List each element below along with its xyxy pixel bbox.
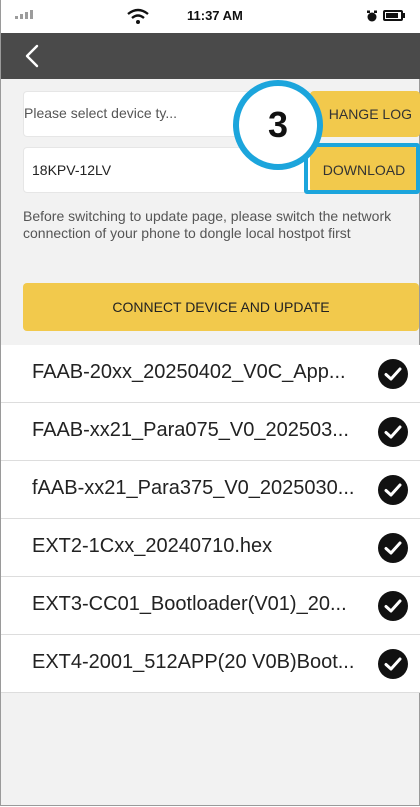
download-button[interactable]: DOWNLOAD (310, 147, 418, 193)
check-circle-icon[interactable] (377, 474, 409, 506)
file-name: FAAB-20xx_20250402_V0C_App... (32, 361, 346, 383)
check-circle-icon[interactable] (377, 358, 409, 390)
wifi-icon (127, 8, 149, 24)
model-value: 18KPV-12LV (32, 162, 112, 178)
change-log-button[interactable]: HANGE LOG (310, 91, 420, 137)
connect-device-update-button[interactable]: CONNECT DEVICE AND UPDATE (23, 283, 419, 331)
step-number-badge: 3 (233, 80, 323, 170)
file-item[interactable]: EXT2-1Cxx_20240710.hex (1, 519, 420, 577)
file-name: EXT3-CC01_Bootloader(V01)_20... (32, 593, 347, 615)
file-name: EXT2-1Cxx_20240710.hex (32, 535, 273, 557)
instruction-text: Before switching to update page, please … (23, 208, 392, 241)
battery-tip (403, 13, 405, 18)
file-item[interactable]: FAAB-xx21_Para075_V0_202503... (1, 403, 420, 461)
check-circle-icon[interactable] (377, 590, 409, 622)
file-name: fAAB-xx21_Para375_V0_2025030... (32, 477, 355, 499)
check-circle-icon[interactable] (377, 648, 409, 680)
file-name: FAAB-xx21_Para075_V0_202503... (32, 419, 349, 441)
status-time: 11:37 AM (187, 8, 243, 23)
check-circle-icon[interactable] (377, 416, 409, 448)
file-name: EXT4-2001_512APP(20 V0B)Boot... (32, 651, 355, 673)
status-bar: 11:37 AM (1, 0, 420, 33)
signal-icon (15, 10, 33, 19)
device-type-placeholder: Please select device ty... (24, 105, 178, 121)
check-circle-icon[interactable] (377, 532, 409, 564)
alarm-icon (367, 10, 377, 22)
app-screen: 11:37 AM Please select device ty... HANG… (0, 0, 420, 806)
chevron-left-icon[interactable] (21, 43, 45, 69)
file-item[interactable]: EXT3-CC01_Bootloader(V01)_20... (1, 577, 420, 635)
battery-icon (383, 10, 403, 21)
file-item[interactable]: EXT4-2001_512APP(20 V0B)Boot... (1, 635, 420, 693)
file-item[interactable]: FAAB-20xx_20250402_V0C_App... (1, 345, 420, 403)
file-item[interactable]: fAAB-xx21_Para375_V0_2025030... (1, 461, 420, 519)
firmware-file-list: FAAB-20xx_20250402_V0C_App... FAAB-xx21_… (1, 345, 420, 663)
navigation-bar (1, 33, 420, 79)
